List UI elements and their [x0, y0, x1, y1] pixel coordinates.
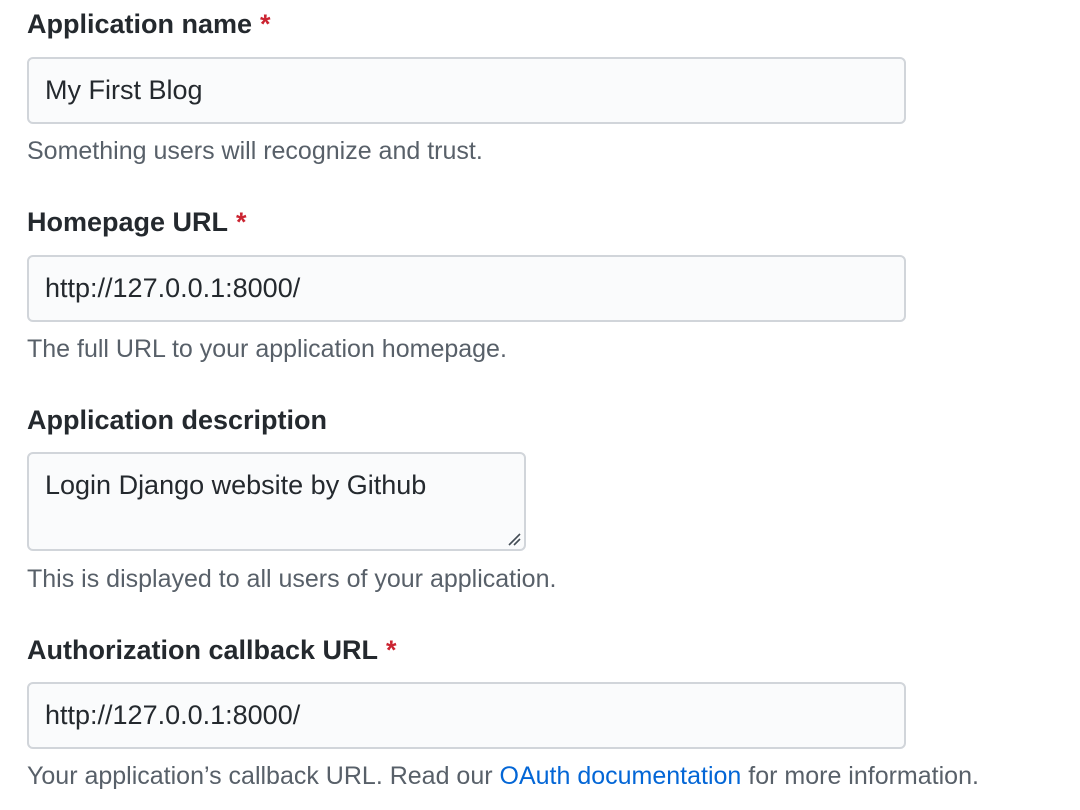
callback-url-input[interactable]: [27, 682, 906, 749]
homepage-url-label-row: Homepage URL *: [27, 206, 247, 238]
app-name-required-mark: *: [260, 9, 271, 39]
homepage-url-label: Homepage URL: [27, 207, 229, 237]
app-name-input[interactable]: [27, 57, 906, 124]
homepage-url-input[interactable]: [27, 255, 906, 322]
app-name-label-row: Application name *: [27, 8, 271, 40]
callback-url-label: Authorization callback URL: [27, 635, 379, 665]
description-textarea-value: Login Django website by Github: [45, 470, 427, 500]
callback-url-note-suffix: for more information.: [741, 762, 979, 790]
oauth-documentation-link[interactable]: OAuth documentation: [500, 762, 742, 790]
description-textarea[interactable]: Login Django website by Github: [27, 452, 526, 551]
description-note: This is displayed to all users of your a…: [27, 565, 557, 593]
description-label: Application description: [27, 405, 328, 435]
homepage-url-required-mark: *: [236, 207, 247, 237]
description-label-row: Application description: [27, 404, 327, 436]
callback-url-note: Your application’s callback URL. Read ou…: [27, 761, 979, 791]
app-name-label: Application name: [27, 9, 253, 39]
resize-grip-icon[interactable]: [507, 532, 521, 546]
description-textarea-wrap: Login Django website by Github: [27, 452, 526, 551]
callback-url-required-mark: *: [386, 635, 397, 665]
homepage-url-note: The full URL to your application homepag…: [27, 335, 507, 363]
callback-url-label-row: Authorization callback URL *: [27, 634, 397, 666]
oauth-app-form: Application name* Something users will r…: [0, 0, 1080, 810]
callback-url-note-prefix: Your application’s callback URL. Read ou…: [27, 762, 500, 790]
app-name-note: Something users will recognize and trust…: [27, 137, 483, 165]
